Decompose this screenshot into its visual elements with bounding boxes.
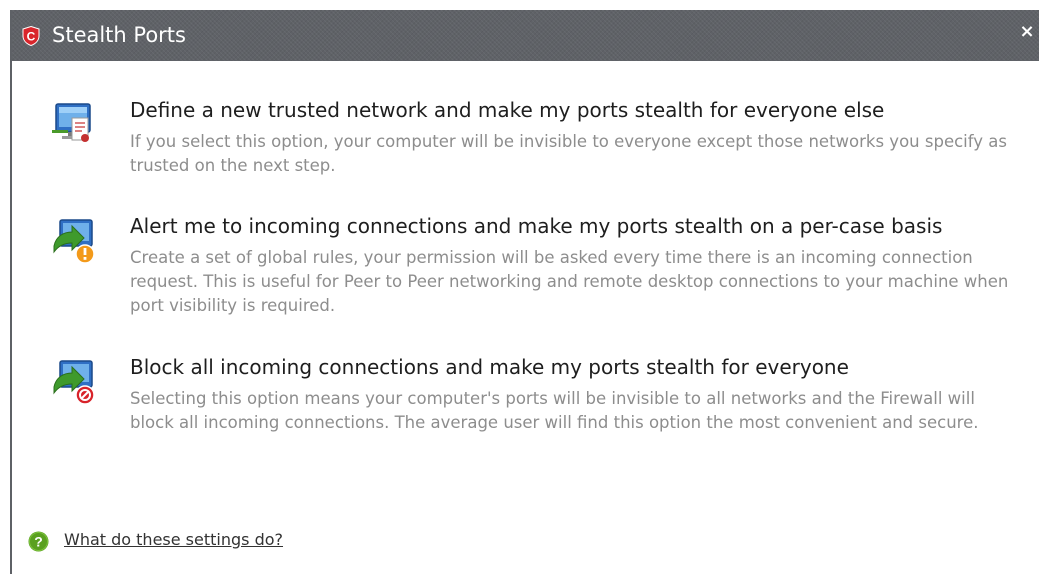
- help-link[interactable]: What do these settings do?: [64, 529, 283, 551]
- title-bar[interactable]: C Stealth Ports ×: [12, 10, 1039, 61]
- help-question-icon: ?: [28, 531, 49, 552]
- option-block-all[interactable]: Block all incoming connections and make …: [52, 355, 1012, 465]
- trusted-network-icon: [52, 103, 91, 142]
- option-trusted-network[interactable]: Define a new trusted network and make my…: [52, 98, 1012, 188]
- option-description: Create a set of global rules, your permi…: [130, 248, 1009, 315]
- option-alert-connections[interactable]: Alert me to incoming connections and mak…: [52, 214, 1012, 324]
- comodo-shield-icon: C: [22, 26, 40, 46]
- dialog-title: Stealth Ports: [52, 23, 186, 47]
- svg-text:C: C: [27, 30, 36, 44]
- alert-network-icon: [53, 219, 95, 264]
- option-description: If you select this option, your computer…: [130, 132, 1007, 175]
- svg-text:?: ?: [34, 534, 43, 550]
- block-network-icon: [53, 360, 95, 405]
- close-button[interactable]: ×: [1019, 22, 1035, 42]
- option-title: Define a new trusted network and make my…: [130, 98, 885, 122]
- option-title: Alert me to incoming connections and mak…: [130, 214, 943, 238]
- option-description: Selecting this option means your compute…: [130, 389, 979, 432]
- stealth-ports-dialog: C Stealth Ports × Define a new trusted n…: [10, 10, 1039, 574]
- option-title: Block all incoming connections and make …: [130, 355, 849, 379]
